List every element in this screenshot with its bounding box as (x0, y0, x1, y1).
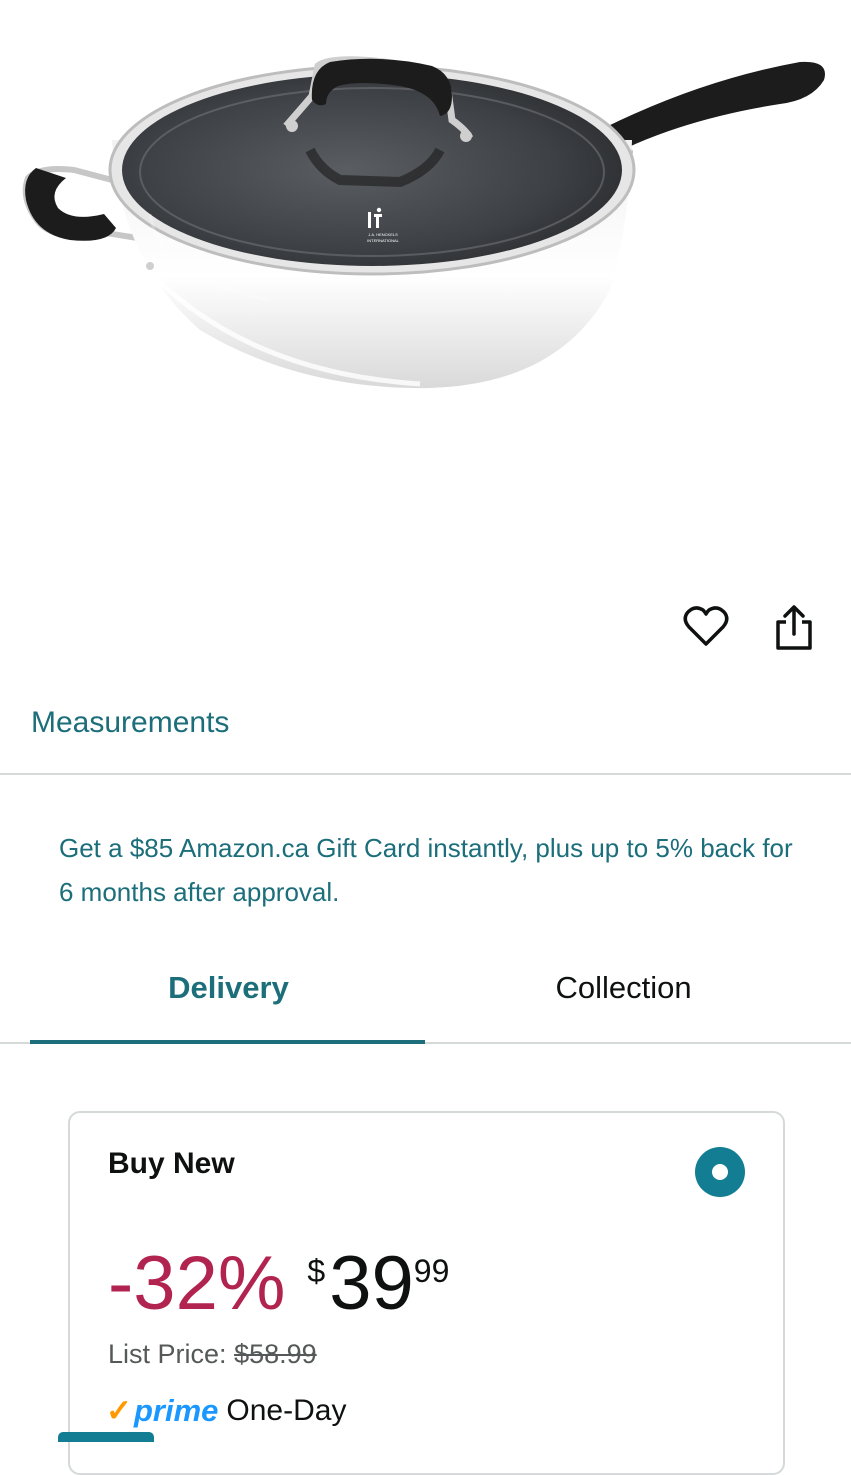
credit-card-promo-link[interactable]: Get a $85 Amazon.ca Gift Card instantly,… (59, 826, 799, 914)
buy-new-option-card[interactable]: Buy New -32% $ 39 99 List Price: $58.99 … (68, 1111, 785, 1475)
lid-logo-line2: INTERNATIONAL (367, 238, 399, 243)
tab-delivery[interactable]: Delivery (16, 970, 441, 1006)
lid-logo-line1: J.A. HENCKELS (368, 232, 398, 237)
prime-word: prime (133, 1393, 219, 1428)
measurements-link[interactable]: Measurements (31, 706, 229, 740)
discount-percent: -32% (108, 1241, 286, 1326)
section-divider (0, 773, 851, 775)
prime-check-icon: ✓ (106, 1393, 132, 1428)
list-price-label: List Price: (108, 1339, 227, 1369)
tab-selected-indicator (30, 1040, 425, 1044)
delivery-speed: One-Day (226, 1394, 347, 1427)
price-row: -32% $ 39 99 (108, 1239, 449, 1329)
share-icon (774, 604, 814, 657)
price-whole: 39 (329, 1241, 414, 1326)
list-price: List Price: $58.99 (108, 1339, 317, 1370)
list-price-value: $58.99 (234, 1339, 317, 1369)
prime-delivery-row: ✓ prime One-Day (106, 1393, 346, 1429)
price-fraction: 99 (413, 1253, 450, 1289)
wishlist-button[interactable] (680, 602, 732, 654)
buy-new-title: Buy New (108, 1147, 235, 1180)
tab-collection[interactable]: Collection (411, 970, 836, 1006)
buy-new-radio[interactable] (695, 1147, 745, 1197)
heart-icon (683, 604, 729, 653)
product-image[interactable]: J.A. HENCKELS INTERNATIONAL (0, 0, 851, 590)
prime-logo: ✓ prime (106, 1393, 218, 1429)
price-currency: $ (307, 1253, 326, 1289)
radio-selected-dot (712, 1164, 728, 1180)
share-button[interactable] (768, 604, 820, 656)
bottom-nav-indicator (58, 1432, 154, 1442)
